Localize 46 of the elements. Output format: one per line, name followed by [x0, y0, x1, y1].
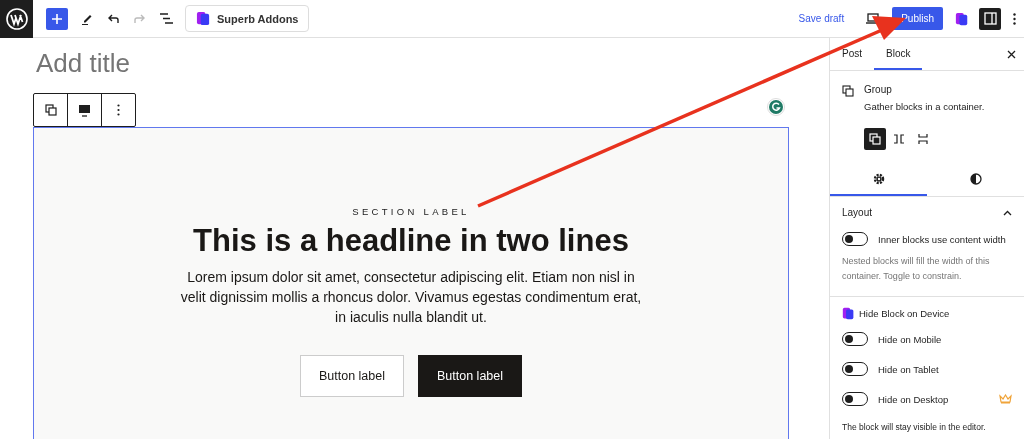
wordpress-logo[interactable]: [0, 0, 33, 38]
settings-button[interactable]: [979, 7, 1001, 30]
toggle-switch[interactable]: [842, 232, 868, 246]
stack-icon: [917, 133, 929, 145]
toggle-label: Hide on Desktop: [878, 393, 949, 405]
addon-logo-icon: [842, 307, 855, 320]
add-block-button[interactable]: [46, 7, 68, 30]
sidebar-tab[interactable]: Post: [830, 38, 874, 70]
addon-logo-icon: [196, 11, 211, 26]
close-icon[interactable]: [1007, 49, 1016, 59]
more-options-icon[interactable]: [1013, 12, 1016, 25]
panel-title: Layout: [842, 207, 873, 218]
toggle-label: Hide on Mobile: [878, 333, 942, 345]
undo-icon[interactable]: [107, 13, 119, 24]
list-view-icon[interactable]: [160, 13, 173, 24]
plus-icon: [52, 13, 62, 24]
addon-logo-icon: [955, 11, 969, 26]
pen-icon[interactable]: [81, 12, 93, 25]
toggle-switch[interactable]: [842, 362, 868, 376]
preview-icon[interactable]: [866, 13, 881, 24]
grammar-checker-icon[interactable]: [767, 98, 785, 116]
primary-button[interactable]: Button label: [418, 355, 523, 397]
addons-button[interactable]: Superb Addons: [185, 5, 310, 32]
section-label: SECTION LABEL: [352, 206, 470, 217]
toggle-switch[interactable]: [842, 332, 868, 346]
panel-title: Hide Block on Device: [859, 308, 950, 319]
contrast-icon: [969, 173, 982, 185]
save-draft-button[interactable]: Save draft: [792, 12, 851, 25]
secondary-button[interactable]: Button label: [299, 355, 404, 397]
help-text: Nested blocks will fill the width of this container. Toggle to constrain.: [842, 255, 991, 283]
body-text: Lorem ipsum dolor sit amet, consectetur adipiscing elit. Etiam non nisl in velit dignissim mollis a rhoncus dolor. Vivamus egestas condimentum erat, in iaculis nulla blandit ut.: [179, 268, 643, 327]
settings-icon: [872, 173, 885, 185]
group-icon: [869, 133, 881, 145]
toggle-switch[interactable]: [842, 392, 868, 406]
row-icon: [893, 133, 905, 145]
toggle-label: Inner blocks use content width: [878, 233, 1006, 245]
headline: This is a headline in two lines: [193, 223, 629, 259]
group-icon: [842, 85, 854, 97]
variation-button[interactable]: [864, 128, 886, 150]
toggle-label: Hide on Tablet: [878, 363, 939, 375]
chevron-icon[interactable]: [1003, 209, 1012, 216]
block-description: Gather blocks in a container.: [864, 101, 985, 112]
note-text: The block will stay visible in the editor.: [842, 422, 987, 432]
block-name: Group: [864, 84, 893, 95]
post-title-field[interactable]: Add title: [36, 48, 130, 78]
sidebar-icon: [983, 12, 997, 25]
